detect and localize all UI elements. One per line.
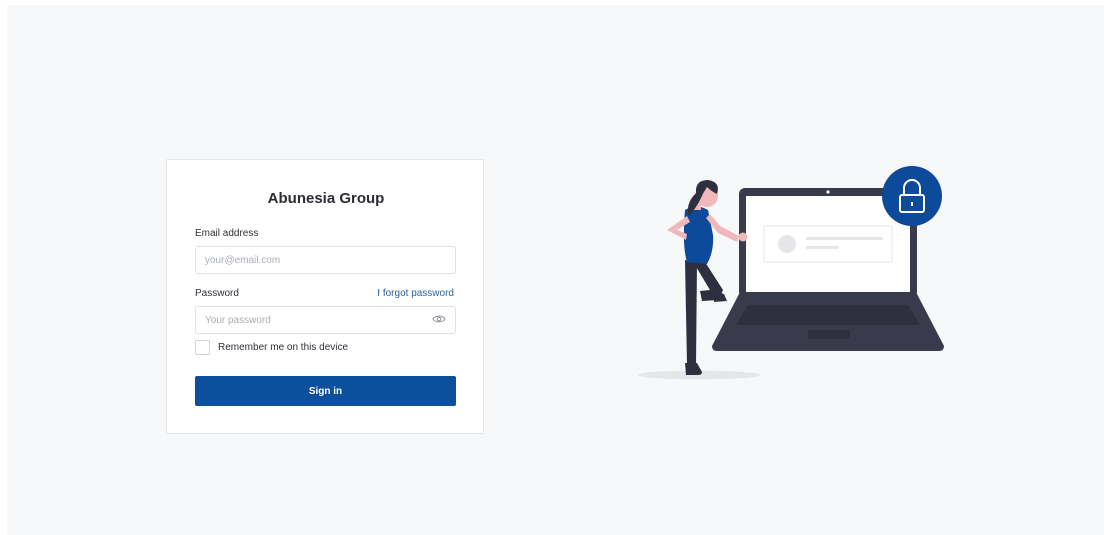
forgot-password-link[interactable]: I forgot password — [377, 288, 454, 299]
remember-me-row: Remember me on this device — [195, 340, 348, 355]
login-card: Abunesia Group Email address Password I … — [166, 159, 484, 434]
remember-me-checkbox[interactable] — [195, 340, 210, 355]
password-field[interactable] — [195, 306, 456, 334]
login-illustration — [638, 166, 944, 380]
screen-avatar — [778, 235, 796, 253]
screen-line — [806, 246, 839, 249]
email-field[interactable] — [195, 246, 456, 274]
sign-in-button[interactable]: Sign in — [195, 376, 456, 406]
remember-me-label[interactable]: Remember me on this device — [218, 342, 348, 353]
eye-icon[interactable] — [432, 314, 446, 324]
screen-line — [806, 237, 883, 240]
email-label: Email address — [195, 228, 259, 239]
laptop-camera — [826, 190, 830, 194]
card-title: Abunesia Group — [267, 190, 385, 207]
laptop-trackpad — [808, 330, 850, 339]
laptop-keyboard — [736, 305, 920, 325]
password-label: Password — [195, 288, 239, 299]
